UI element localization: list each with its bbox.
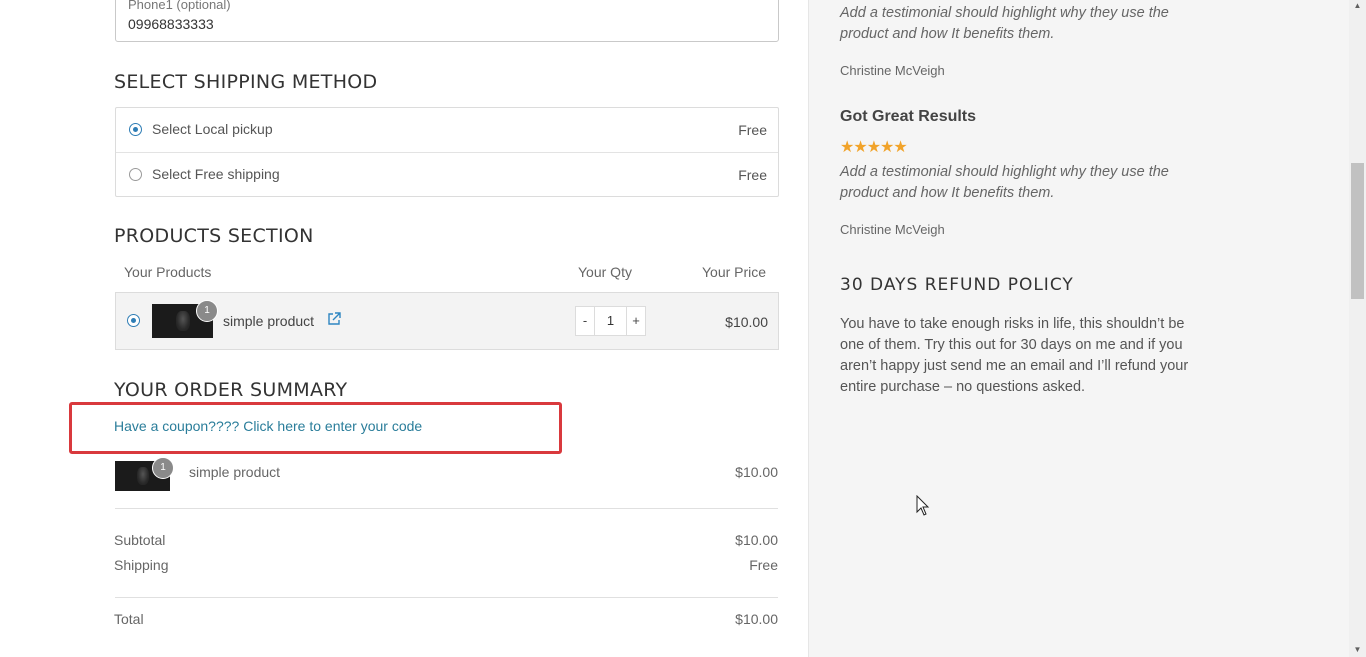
star-rating: ★★★★★ (840, 139, 908, 156)
checkout-main: Phone1 (optional) 09968833333 SELECT SHI… (0, 0, 808, 657)
scrollbar-thumb[interactable] (1351, 163, 1364, 299)
total-value: $10.00 (735, 611, 778, 627)
products-header-price: Your Price (702, 264, 767, 280)
divider (115, 597, 778, 598)
quantity-badge: 1 (196, 300, 218, 322)
total-label: Total (114, 611, 144, 627)
qty-decrease-button[interactable]: - (576, 307, 595, 335)
testimonial-author: Christine McVeigh (840, 222, 945, 237)
shipping-option-price: Free (738, 122, 767, 138)
refund-policy-title: 30 DAYS REFUND POLICY (840, 275, 1074, 295)
shipping-option-free-shipping[interactable]: Select Free shipping Free (116, 152, 778, 196)
external-link-icon[interactable] (327, 312, 341, 326)
subtotal-value: $10.00 (735, 532, 778, 548)
phone-field[interactable]: Phone1 (optional) 09968833333 (115, 0, 779, 42)
product-name[interactable]: simple product (223, 313, 314, 329)
qty-increase-button[interactable]: + (626, 307, 645, 335)
shipping-label: Shipping (114, 557, 169, 573)
radio-icon[interactable] (129, 123, 142, 136)
coupon-link[interactable]: Have a coupon???? Click here to enter yo… (114, 418, 422, 434)
scroll-down-icon[interactable]: ▼ (1352, 646, 1363, 654)
products-header-qty: Your Qty (578, 264, 632, 280)
qty-input[interactable]: 1 (595, 307, 626, 335)
radio-icon[interactable] (127, 314, 140, 327)
shipping-option-label: Select Local pickup (152, 121, 273, 137)
radio-icon[interactable] (129, 168, 142, 181)
shipping-option-price: Free (738, 167, 767, 183)
phone-field-label: Phone1 (optional) (128, 0, 231, 12)
quantity-stepper[interactable]: - 1 + (575, 306, 646, 336)
shipping-options: Select Local pickup Free Select Free shi… (115, 107, 779, 197)
order-summary-title: YOUR ORDER SUMMARY (114, 379, 348, 401)
shipping-value: Free (749, 557, 778, 573)
product-price: $10.00 (725, 314, 768, 330)
phone-field-value[interactable]: 09968833333 (128, 16, 214, 32)
testimonial-text: Add a testimonial should highlight why t… (840, 5, 1169, 42)
summary-product-name: simple product (189, 464, 281, 480)
divider (115, 508, 778, 509)
shipping-section-title: SELECT SHIPPING METHOD (114, 71, 378, 93)
summary-product-price: $10.00 (735, 464, 778, 480)
mouse-cursor-icon (916, 495, 930, 516)
products-section-title: PRODUCTS SECTION (114, 225, 314, 247)
testimonial-text: Add a testimonial should highlight why t… (840, 164, 1169, 201)
shipping-option-label: Select Free shipping (152, 166, 280, 182)
page-scrollbar[interactable] (1349, 0, 1366, 657)
quantity-badge: 1 (152, 457, 174, 479)
product-row[interactable]: 1 simple product - 1 + $10.00 (115, 292, 779, 350)
products-header-product: Your Products (124, 264, 212, 280)
scroll-up-icon[interactable]: ▲ (1352, 2, 1363, 10)
testimonial-author: Christine McVeigh (840, 63, 945, 78)
testimonial-title: Got Great Results (840, 108, 977, 125)
subtotal-label: Subtotal (114, 532, 166, 548)
refund-policy-text: You have to take enough risks in life, t… (840, 316, 1189, 395)
shipping-option-local-pickup[interactable]: Select Local pickup Free (116, 108, 778, 151)
